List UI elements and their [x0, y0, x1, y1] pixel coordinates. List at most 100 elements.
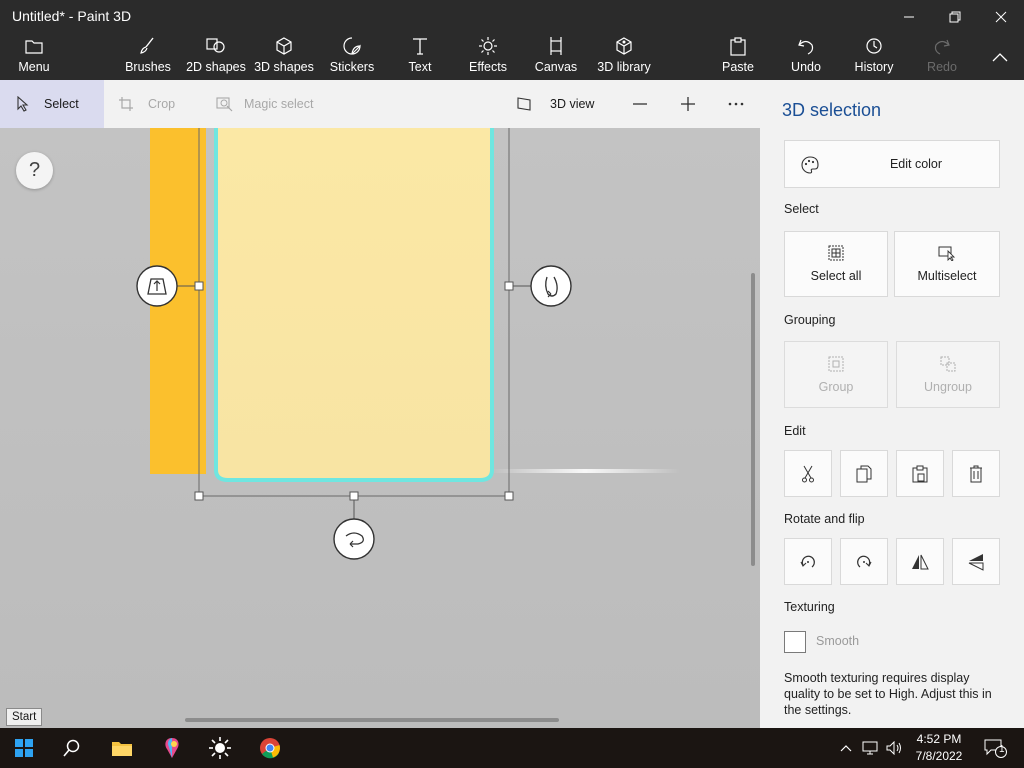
group-button[interactable]: Group: [784, 341, 888, 408]
sun-icon: [209, 737, 231, 759]
redo-button[interactable]: Redo: [922, 34, 962, 80]
sticker-icon: [342, 35, 362, 57]
menu-label: Menu: [18, 60, 50, 74]
multiselect-icon: [938, 245, 956, 261]
rotate-y-gizmo[interactable]: [530, 265, 572, 307]
edit-color-label: Edit color: [889, 157, 943, 171]
handle-right[interactable]: [504, 281, 514, 291]
window-title: Untitled* - Paint 3D: [12, 8, 132, 24]
3d-view-icon: [516, 96, 534, 112]
ribbon: Menu Brushes 2D shapes 3D shapes Sticker…: [0, 34, 1024, 80]
ungroup-label: Ungroup: [924, 379, 972, 394]
help-button[interactable]: ?: [16, 152, 53, 189]
minimize-button[interactable]: [886, 0, 932, 34]
vertical-scrollbar[interactable]: [751, 273, 755, 566]
history-button[interactable]: History: [850, 34, 898, 80]
brushes-tool[interactable]: Brushes: [120, 34, 176, 80]
paste-button[interactable]: Paste: [716, 34, 760, 80]
effects-tool[interactable]: Effects: [464, 34, 512, 80]
minus-icon: [633, 103, 647, 105]
undo-button[interactable]: Undo: [784, 34, 828, 80]
smooth-checkbox[interactable]: [784, 631, 806, 653]
3d-shapes-tool[interactable]: 3D shapes: [253, 34, 315, 80]
floor-glow: [490, 469, 680, 473]
3d-library-tool[interactable]: 3D library: [592, 34, 656, 80]
restore-button[interactable]: [932, 0, 978, 34]
flip-vertical-button[interactable]: [952, 538, 1000, 585]
menu-button[interactable]: Menu: [10, 34, 58, 80]
more-options-button[interactable]: [726, 80, 746, 128]
edit-color-button[interactable]: Edit color: [784, 140, 1000, 188]
rotate-left-button[interactable]: [784, 538, 832, 585]
group-label: Group: [818, 379, 854, 394]
handle-bottom[interactable]: [349, 491, 359, 501]
restore-icon: [949, 11, 961, 23]
magic-select-icon: [216, 96, 234, 112]
text-tool[interactable]: Text: [398, 34, 442, 80]
3d-view-toggle[interactable]: 3D view: [516, 80, 606, 128]
paint3d-taskbar-button[interactable]: [148, 728, 196, 768]
scene: [136, 128, 680, 560]
rotate-x-gizmo[interactable]: [333, 518, 375, 560]
crop-label: Crop: [148, 97, 176, 111]
folder-icon: [112, 742, 132, 756]
select-tool[interactable]: Select: [0, 80, 104, 128]
flip-horizontal-icon: [911, 553, 929, 571]
taskbar-clock[interactable]: 4:52 PM 7/8/2022: [908, 731, 970, 765]
multiselect-button[interactable]: Multiselect: [894, 231, 1000, 297]
select-section-label: Select: [784, 202, 819, 216]
start-button[interactable]: [0, 728, 48, 768]
select-all-icon: [828, 245, 844, 261]
z-depth-gizmo[interactable]: [136, 265, 178, 307]
zoom-in-button[interactable]: [678, 80, 698, 128]
search-button[interactable]: [48, 728, 96, 768]
delete-button[interactable]: [952, 450, 1000, 497]
crop-tool[interactable]: Crop: [118, 80, 198, 128]
volume-button[interactable]: [884, 728, 906, 768]
close-button[interactable]: [978, 0, 1024, 34]
horizontal-scrollbar[interactable]: [185, 718, 559, 722]
3d-library-label: 3D library: [597, 60, 651, 74]
show-hidden-icons-button[interactable]: [836, 728, 856, 768]
texturing-section-label: Texturing: [784, 600, 835, 614]
2d-shapes-tool[interactable]: 2D shapes: [185, 34, 247, 80]
brightness-app-button[interactable]: [196, 728, 244, 768]
flip-vertical-icon: [967, 553, 985, 571]
select-all-button[interactable]: Select all: [784, 231, 888, 297]
text-label: Text: [408, 60, 432, 74]
flip-horizontal-button[interactable]: [896, 538, 944, 585]
zoom-out-button[interactable]: [630, 80, 650, 128]
cube-icon: [274, 35, 294, 57]
magic-select-tool[interactable]: Magic select: [216, 80, 336, 128]
handle-bottom-right[interactable]: [504, 491, 514, 501]
grouping-section-label: Grouping: [784, 313, 836, 327]
crop-icon: [118, 96, 134, 112]
library-icon: [614, 35, 634, 57]
cut-button[interactable]: [784, 450, 832, 497]
select-label: Select: [44, 97, 79, 111]
ungroup-button[interactable]: Ungroup: [896, 341, 1000, 408]
action-center-button[interactable]: 1: [976, 728, 1016, 768]
canvas-tool[interactable]: Canvas: [532, 34, 580, 80]
paste-panel-button[interactable]: [896, 450, 944, 497]
handle-left[interactable]: [194, 281, 204, 291]
brushes-label: Brushes: [125, 60, 171, 74]
network-button[interactable]: [860, 728, 882, 768]
chrome-button[interactable]: [246, 728, 294, 768]
close-icon: [995, 11, 1007, 23]
canvas-area[interactable]: ? Start: [0, 128, 760, 728]
canvas-label: Canvas: [534, 60, 578, 74]
collapse-ribbon-button[interactable]: [984, 34, 1016, 80]
handle-bottom-left[interactable]: [194, 491, 204, 501]
speaker-icon: [886, 741, 901, 755]
clock-time: 4:52 PM: [916, 732, 962, 746]
select-all-label: Select all: [810, 269, 862, 283]
rotate-section-label: Rotate and flip: [784, 512, 865, 526]
file-explorer-button[interactable]: [98, 728, 146, 768]
paste-icon: [729, 35, 747, 57]
selected-object[interactable]: [214, 128, 494, 482]
rotate-right-button[interactable]: [840, 538, 888, 585]
undo-label: Undo: [791, 60, 821, 74]
stickers-tool[interactable]: Stickers: [326, 34, 378, 80]
copy-button[interactable]: [840, 450, 888, 497]
